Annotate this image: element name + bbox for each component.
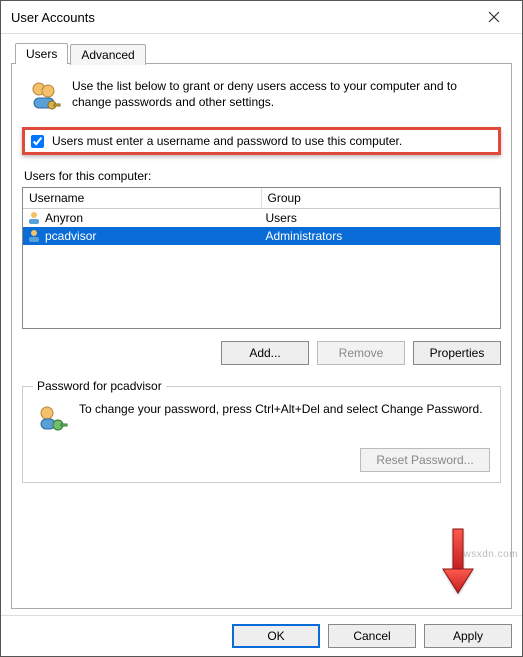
cell-group: Users	[266, 211, 297, 225]
tab-advanced[interactable]: Advanced	[70, 44, 145, 65]
apply-button[interactable]: Apply	[424, 624, 512, 648]
require-login-label: Users must enter a username and password…	[52, 134, 402, 148]
close-icon	[488, 11, 500, 23]
add-button[interactable]: Add...	[221, 341, 309, 365]
users-button-row: Add... Remove Properties	[22, 341, 501, 365]
intro-text: Use the list below to grant or deny user…	[72, 78, 497, 117]
window-title: User Accounts	[11, 10, 474, 25]
tab-advanced-label: Advanced	[81, 48, 134, 62]
table-row[interactable]: pcadvisor Administrators	[23, 227, 500, 245]
tabstrip: Users Advanced	[11, 42, 512, 63]
column-group[interactable]: Group	[262, 188, 501, 208]
password-text: To change your password, press Ctrl+Alt+…	[79, 401, 490, 440]
ok-button[interactable]: OK	[232, 624, 320, 648]
user-icon	[27, 211, 41, 225]
require-login-row[interactable]: Users must enter a username and password…	[22, 127, 501, 155]
tab-users-label: Users	[26, 47, 57, 61]
user-accounts-window: User Accounts Users Advanced	[0, 0, 523, 657]
cancel-button[interactable]: Cancel	[328, 624, 416, 648]
cell-username: Anyron	[45, 211, 83, 225]
remove-button: Remove	[317, 341, 405, 365]
reset-password-button: Reset Password...	[360, 448, 490, 472]
close-button[interactable]	[474, 3, 514, 31]
dialog-button-row: OK Cancel Apply	[1, 615, 522, 656]
users-keys-icon	[26, 78, 62, 117]
titlebar: User Accounts	[1, 1, 522, 34]
require-login-checkbox[interactable]	[31, 135, 44, 148]
cell-group: Administrators	[266, 229, 343, 243]
password-key-icon	[33, 401, 69, 440]
dialog-body: Users Advanced Use the list below to gra…	[1, 34, 522, 615]
column-username[interactable]: Username	[23, 188, 262, 208]
users-list-heading: Users for this computer:	[24, 169, 499, 183]
watermark: wsxdn.com	[463, 549, 518, 560]
intro-row: Use the list below to grant or deny user…	[22, 74, 501, 127]
tab-users[interactable]: Users	[15, 43, 68, 64]
user-icon	[27, 229, 41, 243]
table-row[interactable]: Anyron Users	[23, 209, 500, 227]
users-table[interactable]: Username Group Anyron Users	[22, 187, 501, 329]
tab-panel-users: Use the list below to grant or deny user…	[11, 63, 512, 609]
password-legend: Password for pcadvisor	[33, 379, 166, 393]
users-table-header: Username Group	[23, 188, 500, 209]
cell-username: pcadvisor	[45, 229, 96, 243]
properties-button[interactable]: Properties	[413, 341, 501, 365]
password-fieldset: Password for pcadvisor To change your pa…	[22, 379, 501, 483]
